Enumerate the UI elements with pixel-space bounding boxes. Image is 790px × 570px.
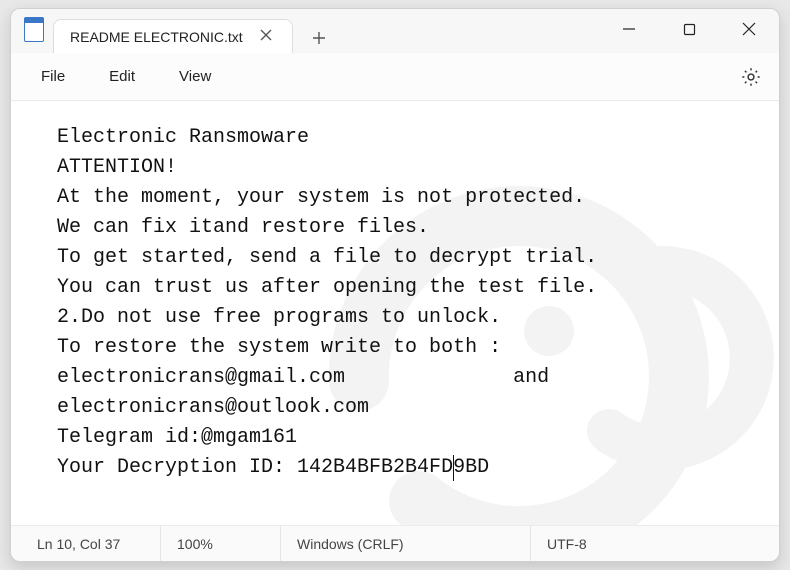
notepad-icon [24,20,44,42]
status-cursor: Ln 10, Col 37 [11,526,161,561]
menu-view[interactable]: View [157,60,233,93]
close-tab-icon[interactable] [254,26,278,47]
maximize-button[interactable] [659,9,719,49]
statusbar: Ln 10, Col 37 100% Windows (CRLF) UTF-8 [11,525,779,561]
gear-icon [740,66,762,88]
text-content: Electronic Ransmoware ATTENTION! At the … [57,123,759,483]
tab-title: README ELECTRONIC.txt [70,29,254,45]
close-window-button[interactable] [719,9,779,49]
editor-area[interactable]: Electronic Ransmoware ATTENTION! At the … [11,101,779,525]
new-tab-button[interactable] [301,23,337,53]
window-controls [599,9,779,53]
settings-button[interactable] [731,57,771,97]
status-line-ending: Windows (CRLF) [281,526,531,561]
app-icon [15,9,53,53]
status-encoding: UTF-8 [531,526,779,561]
menu-file[interactable]: File [19,60,87,93]
tab-active[interactable]: README ELECTRONIC.txt [53,19,293,53]
tab-strip: README ELECTRONIC.txt [53,9,599,53]
minimize-button[interactable] [599,9,659,49]
titlebar: README ELECTRONIC.txt [11,9,779,53]
status-zoom[interactable]: 100% [161,526,281,561]
menu-edit[interactable]: Edit [87,60,157,93]
notepad-window: README ELECTRONIC.txt File Edit View [10,8,780,562]
menubar: File Edit View [11,53,779,101]
